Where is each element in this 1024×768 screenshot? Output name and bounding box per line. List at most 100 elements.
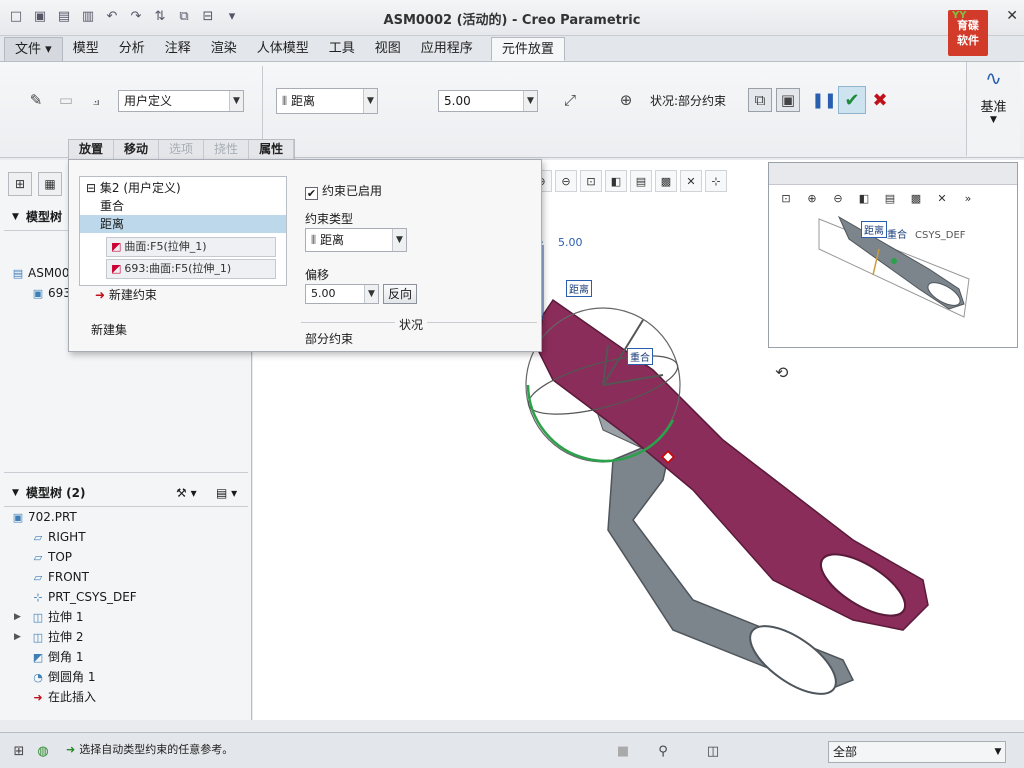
tab-placement[interactable]: 放置 — [69, 140, 115, 159]
cancel-icon[interactable]: ✖ — [868, 88, 892, 112]
tree-item-front[interactable]: ▱ FRONT — [30, 568, 89, 586]
status-bar: ⊞ ◍ ➜ 选择自动类型约束的任意参考。 ■ ⚲ ◫ 全部 ▼ — [0, 732, 1024, 768]
tree-item-component[interactable]: ▣ 693 — [30, 284, 71, 302]
tab-annotate[interactable]: 注释 — [155, 37, 201, 61]
constraint-set-list: ⊟ 集2 (用户定义) 重合 距离 ◩ 曲面:F5(拉伸_1) ◩ 693:曲面:F… — [79, 176, 287, 286]
mini-coincident-tag[interactable]: 重合 — [887, 226, 907, 241]
datum-icon: ∿ — [985, 66, 1002, 90]
tab-flexibility[interactable]: 挠性 — [204, 140, 250, 159]
collapse-icon: ▼ — [12, 212, 19, 222]
view-orient-icon[interactable]: ◧ — [853, 187, 875, 209]
pause-icon[interactable]: ❚❚ — [811, 88, 836, 112]
tree-item-assembly[interactable]: ▤ ASM00 — [10, 264, 70, 282]
offset-input[interactable]: 5.00 ▼ — [438, 90, 538, 112]
zoom-in-icon[interactable]: ⊕ — [801, 187, 823, 209]
window-title: ASM0002 (活动的) - Creo Parametric — [383, 13, 641, 28]
distance-icon: ⫴ — [311, 233, 317, 247]
dimension-label[interactable]: 5.00 — [558, 236, 583, 249]
tab-move[interactable]: 移动 — [114, 140, 160, 159]
tab-component-placement[interactable]: 元件放置 — [490, 37, 565, 61]
close-icon[interactable]: ✕ — [1006, 8, 1018, 24]
tab-model[interactable]: 模型 — [63, 37, 109, 61]
tree-item-chamfer-1[interactable]: ◩ 倒角 1 — [30, 648, 84, 666]
new-set[interactable]: 新建集 — [91, 321, 127, 338]
expand-icon[interactable]: ▶ — [14, 608, 21, 626]
mini-distance-tag[interactable]: 距离 — [861, 221, 887, 238]
display-style-icon[interactable]: ▩ — [905, 187, 927, 209]
tab-view[interactable]: 视图 — [365, 37, 411, 61]
show-icon[interactable]: ▤ ▾ — [216, 482, 237, 504]
panel-offset-input[interactable]: 5.00 ▼ — [305, 284, 379, 304]
folder-browser-tab-icon[interactable]: ▦ — [38, 172, 62, 196]
constraint-distance[interactable]: 距离 — [80, 215, 286, 233]
tree-item-top[interactable]: ▱ TOP — [30, 548, 72, 566]
reference-2[interactable]: ◩ 693:曲面:F5(拉伸_1) — [106, 259, 276, 279]
datum-group[interactable]: ∿ 基准 ▼ — [966, 62, 1020, 156]
move-component-icon[interactable]: ⊕ — [614, 88, 638, 112]
model-tree-tab-icon[interactable]: ⊞ — [8, 172, 32, 196]
flip-button[interactable]: 反向 — [383, 284, 418, 304]
separate-window-icon[interactable]: ⧉ — [748, 88, 772, 112]
component-window-titlebar[interactable] — [769, 163, 1017, 185]
distance-tag[interactable]: 距离 — [566, 280, 592, 297]
saved-views-icon[interactable]: ▤ — [630, 170, 652, 192]
refit-icon[interactable]: ⊡ — [580, 170, 602, 192]
datum-display-icon[interactable]: ✕ — [931, 187, 953, 209]
component-window[interactable]: ⊡ ⊕ ⊖ ◧ ▤ ▩ ✕ » 距离 重合 CSYS_DEF — [768, 162, 1018, 348]
tree-item-extrude-1[interactable]: ▶ ◫ 拉伸 1 — [14, 608, 83, 626]
tab-analysis[interactable]: 分析 — [109, 37, 155, 61]
tree-item-csys[interactable]: ⊹ PRT_CSYS_DEF — [30, 588, 136, 606]
tree-item-extrude-2[interactable]: ▶ ◫ 拉伸 2 — [14, 628, 83, 646]
view-orient-icon[interactable]: ◧ — [605, 170, 627, 192]
component-icon[interactable]: ▭ — [54, 88, 78, 112]
display-style-icon[interactable]: ▩ — [655, 170, 677, 192]
saved-views-icon[interactable]: ▤ — [879, 187, 901, 209]
tab-options[interactable]: 选项 — [159, 140, 205, 159]
tab-render[interactable]: 渲染 — [201, 37, 247, 61]
refit-icon[interactable]: ⊡ — [775, 187, 797, 209]
tab-applications[interactable]: 应用程序 — [411, 37, 483, 61]
tab-manikin[interactable]: 人体模型 — [247, 37, 319, 61]
mechanism-icon[interactable]: ⟓ — [84, 88, 108, 112]
zoom-out-icon[interactable]: ⊖ — [555, 170, 577, 192]
tree-item-insert-here[interactable]: ➜ 在此插入 — [30, 688, 96, 706]
box-select-icon[interactable]: ◫ — [702, 741, 724, 761]
browser-toggle-icon[interactable]: ◍ — [32, 741, 54, 761]
navigator-toggle-icon[interactable]: ⊞ — [8, 741, 30, 761]
more-icon[interactable]: » — [957, 187, 979, 209]
stop-icon[interactable]: ■ — [612, 741, 634, 761]
coincident-tag[interactable]: 重合 — [627, 348, 653, 365]
model-tree-2-header[interactable]: ▼ 模型树 (2) ⚒ ▾ ▤ ▾ — [4, 482, 248, 504]
set-header[interactable]: ⊟ 集2 (用户定义) — [86, 179, 181, 197]
new-constraint[interactable]: ➜ 新建约束 — [95, 286, 157, 303]
spin-center-icon[interactable]: ⊹ — [705, 170, 727, 192]
watermark-logo: YY 育碟 软件 — [948, 10, 988, 56]
zoom-out-icon[interactable]: ⊖ — [827, 187, 849, 209]
tab-tools[interactable]: 工具 — [319, 37, 365, 61]
navigator-tabs: ⊞ ▦ — [0, 172, 62, 200]
tree-item-round-1[interactable]: ◔ 倒圆角 1 — [30, 668, 95, 686]
assembly-window-icon[interactable]: ▣ — [776, 88, 800, 112]
panel-constraint-type-select[interactable]: ⫴ 距离 ▼ — [305, 228, 407, 252]
menu-file[interactable]: 文件 ▾ — [4, 37, 63, 61]
csys-icon: ⊹ — [33, 591, 43, 604]
constraint-enabled-checkbox[interactable]: ✔ 约束已启用 — [305, 182, 382, 200]
window-controls: ✕ — [1006, 8, 1018, 24]
expand-icon[interactable]: ▶ — [14, 628, 21, 646]
datum-plane-icon: ▱ — [33, 551, 43, 564]
accept-icon[interactable]: ✔ — [838, 86, 866, 114]
constraint-type-select[interactable]: ⫴ 距离 ▼ — [276, 88, 378, 114]
edit-icon[interactable]: ✎ — [24, 88, 48, 112]
constraint-mode-select[interactable]: 用户定义 ▼ — [118, 90, 244, 112]
tree-item-right[interactable]: ▱ RIGHT — [30, 528, 86, 546]
tab-properties[interactable]: 属性 — [249, 140, 295, 159]
settings-icon[interactable]: ⚒ ▾ — [176, 482, 197, 504]
selection-filter[interactable]: 全部 ▼ — [828, 741, 1006, 763]
datum-display-icon[interactable]: ✕ — [680, 170, 702, 192]
tree-item-part[interactable]: ▣ 702.PRT — [10, 508, 77, 526]
reference-1[interactable]: ◩ 曲面:F5(拉伸_1) — [106, 237, 276, 257]
constraint-coincident[interactable]: 重合 — [100, 197, 124, 215]
status-label: 状况:部分约束 — [650, 94, 727, 108]
find-icon[interactable]: ⚲ — [652, 741, 674, 761]
flip-icon[interactable]: ⤢ — [558, 88, 582, 112]
